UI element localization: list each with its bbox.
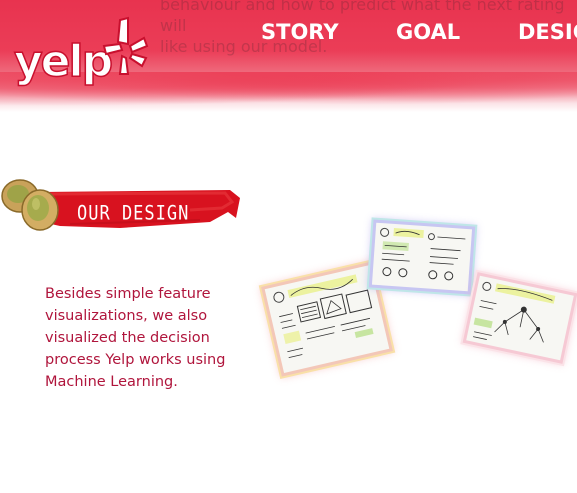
pistachio-icon bbox=[1, 179, 59, 231]
yelp-logo[interactable]: yelp bbox=[8, 14, 149, 88]
nav-goal[interactable]: GOAL bbox=[396, 20, 460, 44]
decision-tree-sketch[interactable] bbox=[466, 275, 574, 361]
decision-tree-drawing bbox=[473, 281, 556, 343]
feature-visualization-sketch[interactable] bbox=[264, 264, 390, 374]
feature-visualization-drawing bbox=[273, 274, 374, 358]
map-sketch-drawing bbox=[380, 227, 466, 281]
section-title: OUR DESIGN bbox=[77, 202, 190, 225]
section-description: Besides simple feature visualizations, w… bbox=[45, 286, 226, 390]
header: behaviour and how to predict what the ne… bbox=[0, 0, 577, 112]
map-sketch[interactable] bbox=[371, 222, 473, 292]
section-banner: OUR DESIGN bbox=[0, 172, 245, 238]
header-background-text: behaviour and how to predict what the ne… bbox=[160, 0, 565, 56]
yelp-burst-icon bbox=[102, 16, 149, 75]
nav-design[interactable]: DESIGN bbox=[518, 20, 577, 44]
logo-wordmark: yelp bbox=[13, 35, 114, 88]
nav-story[interactable]: STORY bbox=[261, 20, 339, 44]
